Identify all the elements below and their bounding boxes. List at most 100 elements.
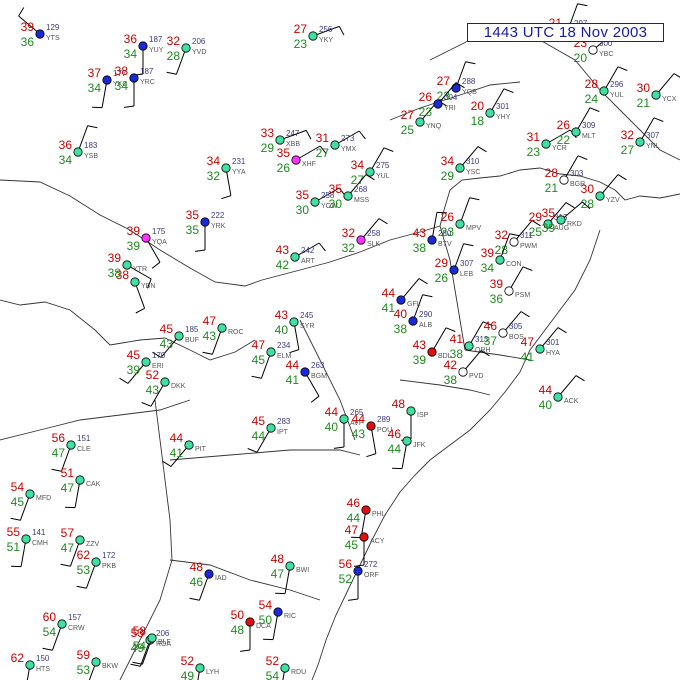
station-dewpoint: 32 [342,241,356,255]
station-iad: 4846 IAD [189,560,227,601]
wind-barb-flag [653,117,664,122]
station-dewpoint: 44 [252,429,266,443]
station-temp: 32 [167,34,181,48]
station-id: IAD [215,575,227,582]
station-temp: 48 [392,397,406,411]
wind-barb-flag [162,460,172,467]
station-pressure: 151 [77,434,91,443]
station-id: YTS [46,35,60,42]
station-id: MLT [582,133,596,140]
sky-cover-scattered-icon [330,140,340,150]
station-id: ART [301,258,316,265]
wind-barb-flag [119,377,129,384]
station-id: BKW [102,663,118,670]
station-dewpoint: 26 [277,161,291,175]
station-temp: 28 [545,166,559,180]
station-hya: 4741 301 HYA [521,327,567,364]
wind-barb-flag [378,218,388,225]
station-dewpoint: 51 [7,540,21,554]
sky-cover-scattered-icon [25,660,35,670]
station-id: MFD [36,495,51,502]
station-ric: 5450 RIC [259,598,296,641]
station-id: CMH [32,540,48,547]
station-ipt: 4544 283 IPT [247,414,291,453]
sky-cover-scattered-icon [402,436,412,446]
lake-erie-south [0,399,191,441]
station-temp: 35 [542,206,556,220]
station-dewpoint: 36 [21,35,35,49]
station-yvd: 3228 206 YVD [166,34,206,75]
station-id: LEB [460,271,474,278]
wind-barb-flag [465,61,476,65]
sky-cover-scattered-icon [266,347,276,357]
station-pressure: 301 [546,338,560,347]
station-lyh: 5249 LYH [181,654,219,680]
sky-cover-clear-icon [504,286,514,296]
station-dewpoint: 34 [115,79,129,93]
sky-cover-scattered-icon [57,619,67,629]
sky-cover-scattered-icon [455,219,465,229]
sky-cover-scattered-icon [221,163,231,173]
wind-barb-flag [565,202,575,209]
sky-cover-scattered-icon [174,331,184,341]
wind-barb-flag [338,26,345,36]
sky-cover-scattered-icon [21,534,31,544]
station-id: PVD [469,373,483,380]
station-temp: 45 [127,348,141,362]
wind-barb-flag [358,130,366,140]
sky-cover-overcast-icon [273,607,283,617]
station-id: ALB [419,322,433,329]
station-mfd: 5445 MFD [10,480,51,521]
station-id: YSC [466,169,480,176]
station-id: YBC [599,51,613,58]
station-dewpoint: 47 [52,446,66,460]
station-dewpoint: 41 [382,301,396,315]
station-id: CON [506,261,522,268]
station-id: HTS [36,666,50,673]
wind-barb-flag [469,197,480,201]
station-id: YUL [610,92,624,99]
station-pressure: 289 [377,415,391,424]
station-dewpoint: 27 [621,143,635,157]
station-id: PWM [520,243,537,250]
station-temp: 35 [296,188,310,202]
station-id: YKY [319,37,333,44]
station-yul: 3427275YUL [351,147,394,187]
station-pressure: 301 [496,102,510,111]
station-dewpoint: 38 [444,373,458,387]
station-pressure: 272 [364,560,378,569]
station-pressure: 170 [152,351,166,360]
station-temp: 56 [339,557,353,571]
sky-cover-other-icon [291,155,301,165]
wind-barb-flag [124,105,135,108]
station-temp: 46 [347,496,361,510]
station-pressure: 245 [300,311,314,320]
station-dewpoint: 41 [286,373,300,387]
station-yya: 3432 231 YYA [207,154,246,200]
sky-cover-clear-icon [509,237,519,247]
wind-barb-flag [151,261,161,269]
station-bkw: 5953 BKW [77,648,118,680]
station-pressure: 206 [156,629,170,638]
station-dewpoint: 38 [394,322,408,336]
station-id: LYH [206,669,219,676]
station-dewpoint: 48 [231,623,245,637]
station-ycx: 3021 YCX [637,73,680,110]
wind-barb-flag [310,395,320,403]
station-dewpoint: 25 [529,225,543,239]
wind-barb-flag [366,453,377,458]
sky-cover-scattered-icon [415,117,425,127]
wind-barb-flag [503,88,514,93]
station-dewpoint: 25 [401,123,415,137]
station-dewpoint: 24 [585,92,599,106]
station-pressure: 242 [301,246,315,255]
wind-barb-flag [354,564,365,567]
station-dewpoint: 30 [296,203,310,217]
station-dewpoint: 45 [11,495,25,509]
station-dewpoint: 38 [413,241,427,255]
station-id: YQA [152,239,167,246]
sky-cover-overcast-icon [433,99,443,109]
sky-cover-scattered-icon [553,392,563,402]
station-pressure: 172 [102,551,116,560]
station-dewpoint: 34 [481,261,495,275]
